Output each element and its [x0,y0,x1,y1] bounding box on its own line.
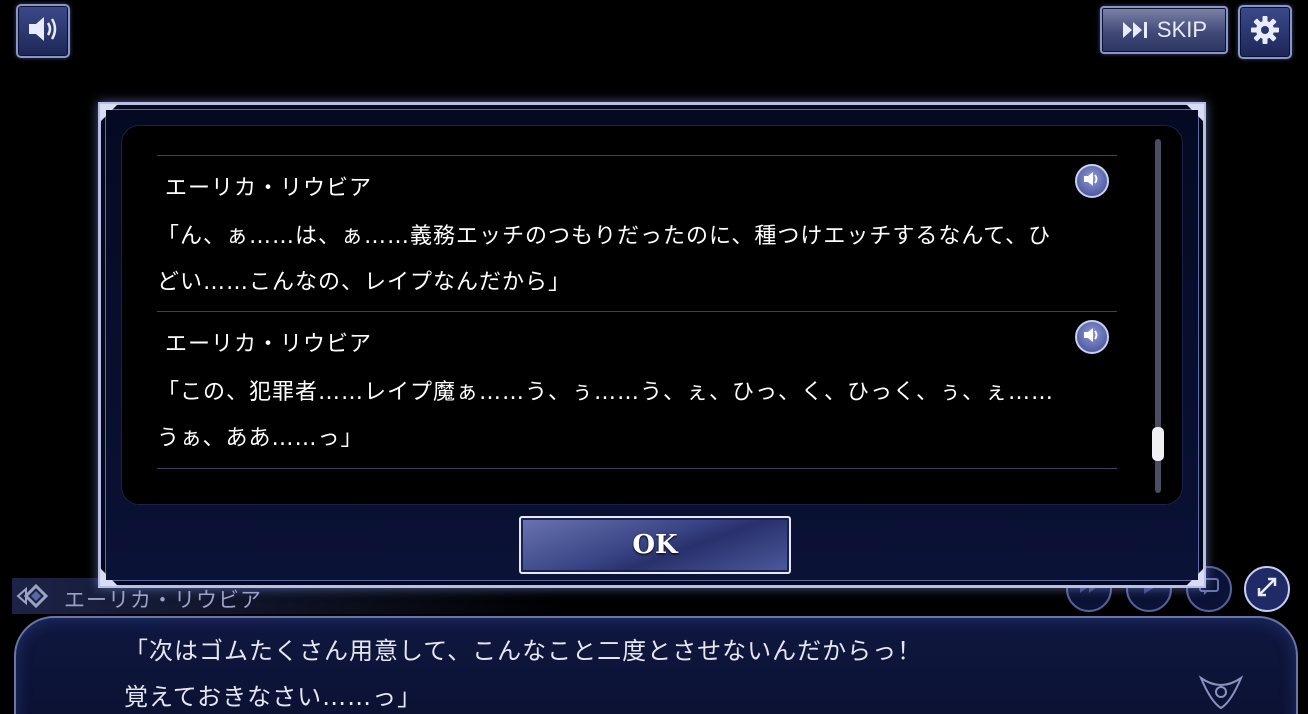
frame-corner-icon [1184,566,1206,588]
fullscreen-icon [1256,576,1278,602]
speaker-icon [1083,327,1101,347]
entry-speaker: エーリカ・リウビア [165,176,373,201]
speaker-icon [1083,171,1101,191]
voice-replay-button[interactable] [1075,320,1109,354]
entry-line: うぁ、ああ……っ」 [157,426,364,451]
entry-text: 「この、犯罪者……レイプ魔ぁ……う、ぅ……う、ぇ、ひっ、く、ひっく、ぅ、ぇ…… … [157,370,1107,462]
entry-text: 「ん、ぁ……は、ぁ……義務エッチのつもりだったのに、種つけエッチするなんて、ひ … [157,214,1107,306]
entry-line: どい……こんなの、レイプなんだから」 [157,270,572,295]
message-line: 覚えておきなさい……っ」 [124,683,423,711]
backlog-list[interactable]: エーリカ・リウビア 「ん、ぁ……は、ぁ……義務エッチのつもりだったのに、種つけエ… [121,125,1183,505]
emblem-icon [1196,672,1246,714]
skip-label: SKIP [1156,17,1208,42]
skip-button[interactable]: SKIP [1100,6,1228,54]
entry-speaker: エーリカ・リウビア [165,332,373,357]
entry-line: 「この、犯罪者……レイプ魔ぁ……う、ぅ……う、ぇ、ひっ、く、ひっく、ぅ、ぇ…… [157,380,1055,405]
entry-line: 「ん、ぁ……は、ぁ……義務エッチのつもりだったのに、種つけエッチするなんて、ひ [157,224,1052,249]
backlog-dialog: エーリカ・リウビア 「ん、ぁ……は、ぁ……義務エッチのつもりだったのに、種つけエ… [98,102,1206,588]
frame-corner-icon [98,102,120,124]
backlog-entry: エーリカ・リウビア 「ん、ぁ……は、ぁ……義務エッチのつもりだったのに、種つけエ… [157,155,1117,312]
frame-corner-icon [98,566,120,588]
ok-button[interactable]: OK [519,516,791,574]
gear-icon [1249,14,1281,50]
voice-replay-button[interactable] [1075,164,1109,198]
fullscreen-button[interactable] [1244,566,1290,612]
frame-corner-icon [1184,102,1206,124]
backlog-entry: エーリカ・リウビア 「この、犯罪者……レイプ魔ぁ……う、ぅ……う、ぇ、ひっ、く、… [157,311,1117,469]
ok-label: OK [632,530,678,560]
scrollbar[interactable] [1152,139,1164,493]
speaker-diamond-icon [14,583,60,613]
skip-icon [1121,19,1151,41]
game-screen: SKIP エーリカ・リウビア 「次はゴムたくさん用意して、こんなこと二度とさせな… [0,0,1308,714]
message-line: 「次はゴムたくさん用意して、こんなこと二度とさせないんだからっ！ [124,637,923,665]
speaker-icon [26,14,60,48]
settings-button[interactable] [1238,5,1292,59]
message-text: 「次はゴムたくさん用意して、こんなこと二度とさせないんだからっ！ 覚えておきなさ… [124,628,1124,714]
sound-toggle-button[interactable] [16,4,70,58]
speaker-name: エーリカ・リウビア [64,588,262,612]
scrollbar-thumb[interactable] [1152,427,1164,461]
